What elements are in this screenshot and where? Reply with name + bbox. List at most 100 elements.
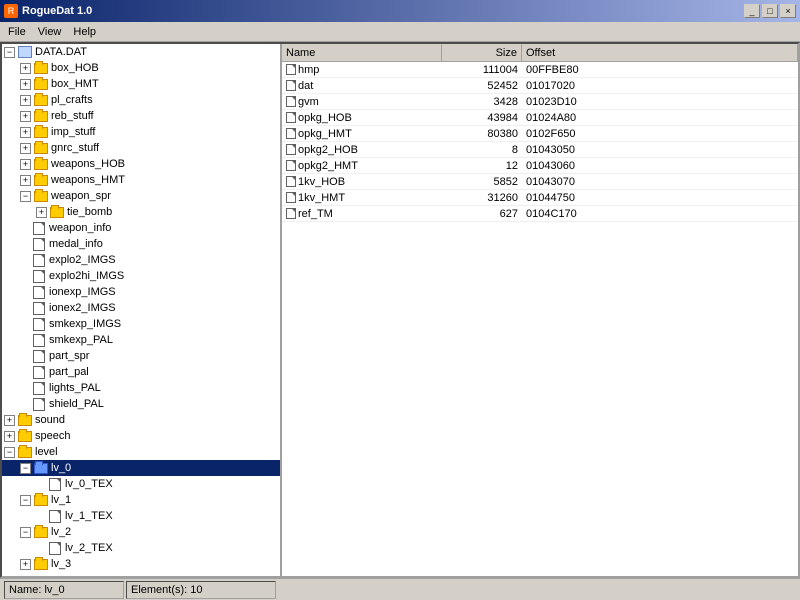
- tree-item[interactable]: −level: [2, 444, 280, 460]
- tree-item[interactable]: +box_HOB: [2, 60, 280, 76]
- folder-icon: [33, 493, 49, 507]
- tree-item[interactable]: −lv_0: [2, 460, 280, 476]
- tree-item[interactable]: smkexp_PAL: [2, 332, 280, 348]
- menu-help[interactable]: Help: [67, 24, 102, 40]
- tree-item[interactable]: part_pal: [2, 364, 280, 380]
- tree-item[interactable]: −lv_2: [2, 524, 280, 540]
- folder-icon: [33, 525, 49, 539]
- tree-item-label: ionexp_IMGS: [49, 286, 116, 298]
- expand-button[interactable]: −: [20, 495, 31, 506]
- expand-button[interactable]: +: [4, 415, 15, 426]
- file-icon: [47, 541, 63, 555]
- expand-button[interactable]: +: [20, 63, 31, 74]
- tree-item[interactable]: + imp_stuff: [2, 124, 280, 140]
- tree-item[interactable]: − DATA.DAT: [2, 44, 280, 60]
- file-icon: [31, 221, 47, 235]
- tree-item[interactable]: − weapon_spr: [2, 188, 280, 204]
- list-row[interactable]: 1kv_HOB585201043070: [282, 174, 798, 190]
- expand-button[interactable]: +: [20, 143, 31, 154]
- folder-icon: [33, 93, 49, 107]
- tree-item-label: explo2_IMGS: [49, 254, 116, 266]
- list-row[interactable]: 1kv_HMT3126001044750: [282, 190, 798, 206]
- tree-panel[interactable]: − DATA.DAT +box_HOB+box_HMT+pl_crafts+reb_…: [2, 44, 282, 576]
- folder-icon: [33, 61, 49, 75]
- tree-item-label: weapon_spr: [51, 190, 111, 202]
- file-icon: [31, 365, 47, 379]
- tree-item[interactable]: lv_0_TEX: [2, 476, 280, 492]
- expand-button[interactable]: +: [36, 207, 47, 218]
- expand-button[interactable]: +: [20, 79, 31, 90]
- list-row[interactable]: ref_TM6270104C170: [282, 206, 798, 222]
- tree-item[interactable]: +pl_crafts: [2, 92, 280, 108]
- list-cell-offset: 00FFBE80: [522, 64, 798, 76]
- main-content: − DATA.DAT +box_HOB+box_HMT+pl_crafts+reb_…: [0, 42, 800, 578]
- list-row[interactable]: opkg2_HMT1201043060: [282, 158, 798, 174]
- expand-button[interactable]: −: [20, 527, 31, 538]
- tree-item[interactable]: + gnrc_stuff: [2, 140, 280, 156]
- tree-item[interactable]: +lv_3: [2, 556, 280, 572]
- tree-item[interactable]: − lv_1: [2, 492, 280, 508]
- tree-item-label: DATA.DAT: [35, 46, 87, 58]
- tree-item[interactable]: medal_info: [2, 236, 280, 252]
- tree-item-label: lv_1: [51, 494, 71, 506]
- tree-item[interactable]: lights_PAL: [2, 380, 280, 396]
- expand-button[interactable]: +: [4, 431, 15, 442]
- expand-button[interactable]: +: [20, 159, 31, 170]
- col-header-size[interactable]: Size: [442, 44, 522, 61]
- list-cell-name: gvm: [282, 96, 442, 108]
- tree-item[interactable]: +tie_bomb: [2, 204, 280, 220]
- list-cell-offset: 0104C170: [522, 208, 798, 220]
- expand-button[interactable]: +: [20, 175, 31, 186]
- list-row[interactable]: opkg_HOB4398401024A80: [282, 110, 798, 126]
- tree-item[interactable]: shield_PAL: [2, 396, 280, 412]
- expand-button[interactable]: +: [20, 95, 31, 106]
- tree-item-label: weapons_HMT: [51, 174, 125, 186]
- col-header-offset[interactable]: Offset: [522, 44, 798, 61]
- tree-item-label: gnrc_stuff: [51, 142, 99, 154]
- tree-item-label: imp_stuff: [51, 126, 95, 138]
- tree-item[interactable]: explo2hi_IMGS: [2, 268, 280, 284]
- list-row[interactable]: hmp11100400FFBE80: [282, 62, 798, 78]
- tree-item[interactable]: +box_HMT: [2, 76, 280, 92]
- expand-button[interactable]: −: [4, 447, 15, 458]
- tree-item-label: speech: [35, 430, 70, 442]
- tree-item-label: smkexp_PAL: [49, 334, 113, 346]
- col-header-name[interactable]: Name: [282, 44, 442, 61]
- folder-icon: [33, 557, 49, 571]
- title-bar-title: RogueDat 1.0: [22, 5, 92, 17]
- folder-icon: [17, 45, 33, 59]
- expand-button[interactable]: −: [20, 463, 31, 474]
- tree-item[interactable]: +weapons_HOB: [2, 156, 280, 172]
- list-row[interactable]: opkg2_HOB801043050: [282, 142, 798, 158]
- tree-item[interactable]: ionex2_IMGS: [2, 300, 280, 316]
- list-row[interactable]: dat5245201017020: [282, 78, 798, 94]
- expand-button[interactable]: −: [4, 47, 15, 58]
- list-row[interactable]: opkg_HMT803800102F650: [282, 126, 798, 142]
- menu-bar: File View Help: [0, 22, 800, 42]
- list-cell-offset: 01043070: [522, 176, 798, 188]
- expand-button[interactable]: −: [20, 191, 31, 202]
- tree-item[interactable]: +sound: [2, 412, 280, 428]
- menu-file[interactable]: File: [2, 24, 32, 40]
- menu-view[interactable]: View: [32, 24, 68, 40]
- tree-item[interactable]: ionexp_IMGS: [2, 284, 280, 300]
- tree-item[interactable]: lv_1_TEX: [2, 508, 280, 524]
- tree-item[interactable]: weapon_info: [2, 220, 280, 236]
- tree-item[interactable]: +reb_stuff: [2, 108, 280, 124]
- minimize-button[interactable]: _: [744, 4, 760, 18]
- expand-button[interactable]: +: [20, 111, 31, 122]
- list-row[interactable]: gvm342801023D10: [282, 94, 798, 110]
- tree-item[interactable]: part_spr: [2, 348, 280, 364]
- tree-item[interactable]: explo2_IMGS: [2, 252, 280, 268]
- tree-item[interactable]: + weapons_HMT: [2, 172, 280, 188]
- maximize-button[interactable]: □: [762, 4, 778, 18]
- list-cell-name: ref_TM: [282, 208, 442, 220]
- file-icon: [31, 349, 47, 363]
- tree-item[interactable]: smkexp_IMGS: [2, 316, 280, 332]
- list-cell-name: hmp: [282, 64, 442, 76]
- expand-button[interactable]: +: [20, 559, 31, 570]
- tree-item[interactable]: + speech: [2, 428, 280, 444]
- expand-button[interactable]: +: [20, 127, 31, 138]
- close-button[interactable]: ×: [780, 4, 796, 18]
- tree-item[interactable]: lv_2_TEX: [2, 540, 280, 556]
